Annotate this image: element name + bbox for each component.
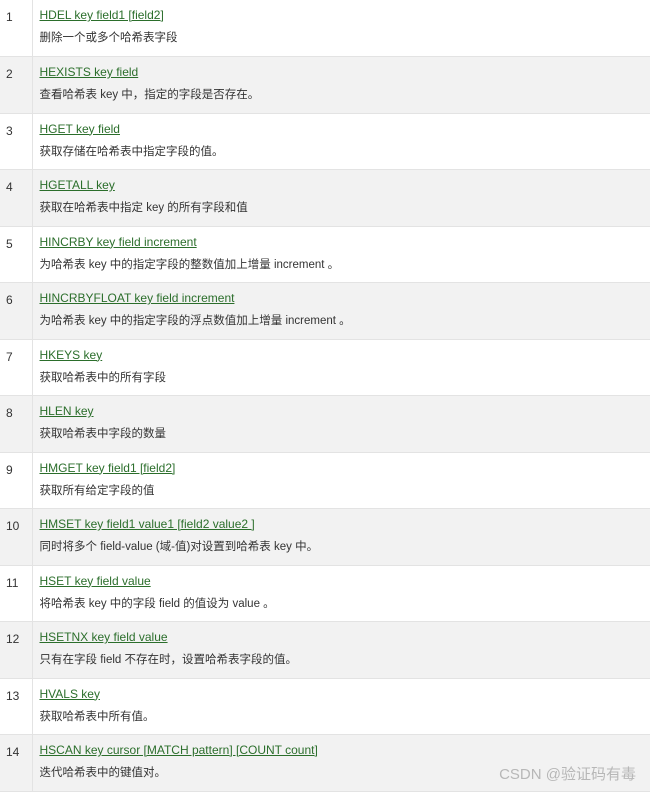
command-link[interactable]: HGETALL key — [40, 177, 650, 193]
table-row: 12 HSETNX key field value 只有在字段 field 不存在时… — [0, 621, 650, 678]
command-link[interactable]: HEXISTS key field — [40, 64, 650, 80]
command-description: 只有在字段 field 不存在时，设置哈希表字段的值。 — [39, 654, 297, 666]
table-body: 1 HDEL key field1 [field2] 删除一个或多个哈希表字段 2 HE… — [0, 0, 650, 791]
command-description: 获取哈希表中所有值。 — [39, 710, 155, 723]
command-link[interactable]: HGET key field — [40, 121, 650, 137]
command-link[interactable]: HINCRBYFLOAT key field increment — [40, 290, 650, 306]
table-row: 5 HINCRBY key field increment 为哈希表 key 中的指… — [0, 226, 650, 283]
command-link[interactable]: HSET key field value — [40, 573, 650, 589]
command-description: 为哈希表 key 中的指定字段的浮点数值加上增量 increment 。 — [39, 315, 351, 327]
command-cell: HSETNX key field value 只有在字段 field 不存在时，设… — [32, 621, 650, 678]
command-description: 将哈希表 key 中的字段 field 的值设为 value 。 — [39, 597, 275, 610]
command-description: 获取存储在哈希表中指定字段的值。 — [39, 145, 224, 158]
command-cell: HGET key field 获取存储在哈希表中指定字段的值。 — [32, 113, 650, 170]
command-description: 查看哈希表 key 中，指定的字段是否存在。 — [39, 89, 260, 101]
command-description: 获取哈希表中字段的数量 — [39, 428, 167, 440]
command-cell: HINCRBY key field increment 为哈希表 key 中的指定… — [32, 226, 650, 283]
row-number: 1 — [0, 0, 33, 57]
row-number: 9 — [0, 452, 33, 509]
table-row: 6 HINCRBYFLOAT key field increment 为哈希表 ke… — [0, 282, 650, 339]
table-row: 8 HLEN key 获取哈希表中字段的数量 — [0, 395, 650, 452]
row-number: 6 — [0, 282, 33, 339]
table-row: 3 HGET key field 获取存储在哈希表中指定字段的值。 — [0, 113, 650, 170]
command-link[interactable]: HINCRBY key field increment — [40, 234, 650, 250]
hash-commands-table: 1 HDEL key field1 [field2] 删除一个或多个哈希表字段 2 HE… — [0, 0, 650, 792]
command-description: 为哈希表 key 中的指定字段的整数值加上增量 increment 。 — [39, 258, 340, 271]
command-link[interactable]: HMGET key field1 [field2] — [40, 460, 650, 476]
row-number: 2 — [0, 56, 33, 113]
command-cell: HVALS key 获取哈希表中所有值。 — [32, 678, 650, 735]
command-cell: HKEYS key 获取哈希表中的所有字段 — [32, 339, 650, 396]
command-cell: HMGET key field1 [field2] 获取所有给定字段的值 — [32, 452, 650, 509]
table-row: 11 HSET key field value 将哈希表 key 中的字段 fiel… — [0, 565, 650, 622]
table-row: 2 HEXISTS key field 查看哈希表 key 中，指定的字段是否存在。 — [0, 56, 650, 113]
command-cell: HEXISTS key field 查看哈希表 key 中，指定的字段是否存在。 — [32, 56, 650, 113]
command-link[interactable]: HKEYS key — [40, 347, 650, 363]
table-row: 7 HKEYS key 获取哈希表中的所有字段 — [0, 339, 650, 396]
command-link[interactable]: HMSET key field1 value1 [field2 value2 ] — [40, 516, 650, 532]
command-cell: HSET key field value 将哈希表 key 中的字段 field … — [32, 565, 650, 622]
page: 1 HDEL key field1 [field2] 删除一个或多个哈希表字段 2 HE… — [0, 0, 650, 792]
command-cell: HLEN key 获取哈希表中字段的数量 — [32, 395, 650, 452]
command-link[interactable]: HSCAN key cursor [MATCH pattern] [COUNT … — [40, 742, 650, 758]
command-link[interactable]: HVALS key — [40, 686, 650, 702]
command-description: 获取所有给定字段的值 — [39, 484, 155, 497]
command-description: 获取在哈希表中指定 key 的所有字段和值 — [39, 202, 248, 214]
command-description: 删除一个或多个哈希表字段 — [39, 32, 178, 44]
row-number: 10 — [0, 508, 33, 565]
table-row: 10 HMSET key field1 value1 [field2 value2… — [0, 508, 650, 565]
table-row: 1 HDEL key field1 [field2] 删除一个或多个哈希表字段 — [0, 0, 650, 57]
csdn-watermark: CSDN @验证码有毒 — [499, 766, 636, 783]
row-number: 5 — [0, 226, 33, 283]
row-number: 8 — [0, 395, 33, 452]
command-cell: HDEL key field1 [field2] 删除一个或多个哈希表字段 — [32, 0, 650, 57]
command-link[interactable]: HLEN key — [40, 403, 650, 419]
row-number: 7 — [0, 339, 33, 396]
command-cell: HMSET key field1 value1 [field2 value2 ]… — [32, 508, 650, 565]
row-number: 14 — [0, 734, 33, 791]
row-number: 3 — [0, 113, 33, 170]
command-description: 同时将多个 field-value (域-值)对设置到哈希表 key 中。 — [39, 541, 319, 553]
table-row: 13 HVALS key 获取哈希表中所有值。 — [0, 678, 650, 735]
command-cell: HGETALL key 获取在哈希表中指定 key 的所有字段和值 — [32, 169, 650, 226]
row-number: 4 — [0, 169, 33, 226]
table-row: 4 HGETALL key 获取在哈希表中指定 key 的所有字段和值 — [0, 169, 650, 226]
row-number: 11 — [0, 565, 33, 622]
command-link[interactable]: HDEL key field1 [field2] — [40, 7, 650, 23]
row-number: 12 — [0, 621, 33, 678]
row-number: 13 — [0, 678, 33, 735]
command-cell: HINCRBYFLOAT key field increment 为哈希表 key… — [32, 282, 650, 339]
command-link[interactable]: HSETNX key field value — [40, 629, 650, 645]
table-row: 9 HMGET key field1 [field2] 获取所有给定字段的值 — [0, 452, 650, 509]
command-description: 获取哈希表中的所有字段 — [39, 371, 167, 384]
